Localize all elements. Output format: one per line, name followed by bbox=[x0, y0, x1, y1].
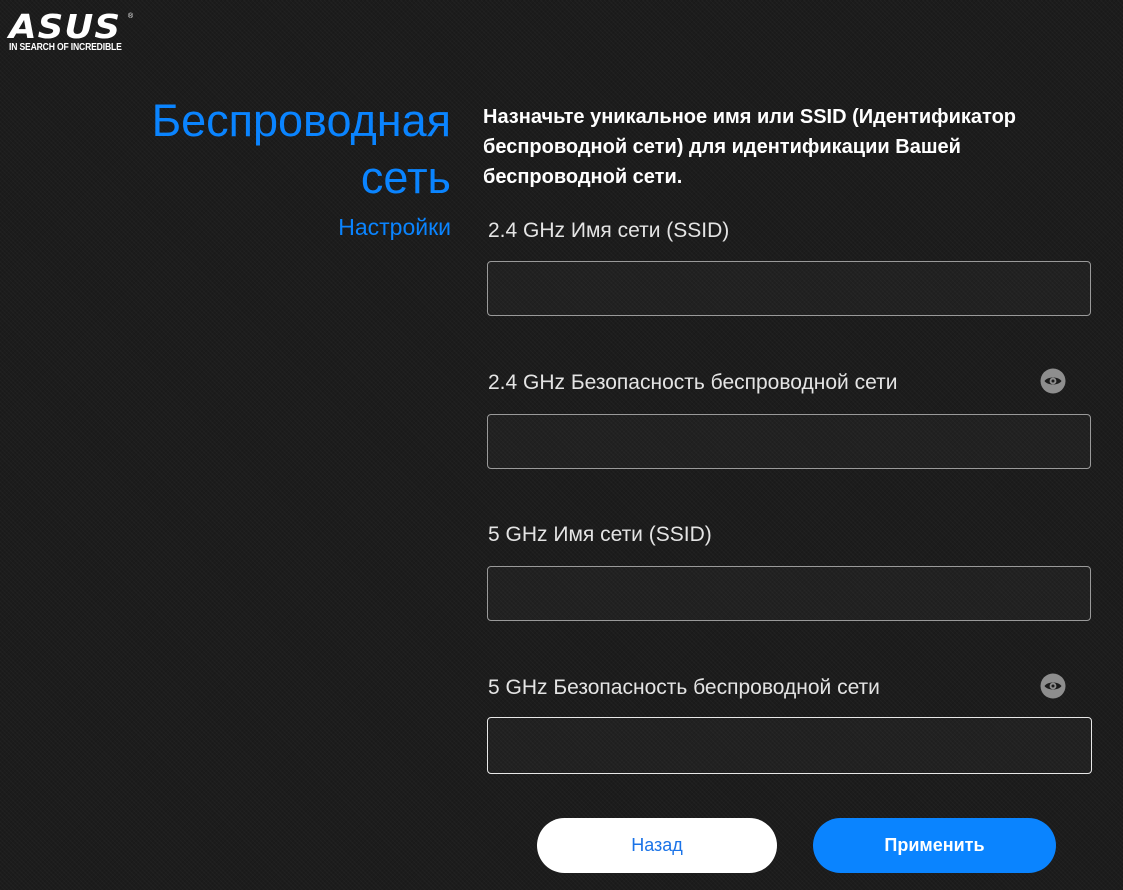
page-title: Беспроводная сеть bbox=[71, 92, 451, 206]
eye-icon[interactable] bbox=[1040, 368, 1066, 394]
apply-button[interactable]: Применить bbox=[813, 818, 1056, 873]
security-24ghz-label: 2.4 GHz Безопасность беспроводной сети bbox=[488, 371, 898, 394]
registered-mark: ® bbox=[128, 13, 134, 20]
ssid-5ghz-input[interactable] bbox=[487, 566, 1091, 621]
logo-tagline: IN SEARCH OF INCREDIBLE bbox=[9, 42, 122, 53]
back-button[interactable]: Назад bbox=[537, 818, 777, 873]
page-title-line2: сеть bbox=[360, 152, 451, 203]
security-5ghz-input[interactable] bbox=[487, 717, 1092, 774]
page-description: Назначьте уникальное имя или SSID (Идент… bbox=[483, 106, 1017, 188]
security-24ghz-input[interactable] bbox=[487, 414, 1091, 469]
asus-logo: ASUS ® IN SEARCH OF INCREDIBLE bbox=[9, 7, 134, 55]
page-title-line1: Беспроводная bbox=[151, 95, 451, 146]
eye-icon[interactable] bbox=[1040, 673, 1066, 699]
ssid-5ghz-label: 5 GHz Имя сети (SSID) bbox=[488, 523, 712, 546]
logo-wordmark: ASUS bbox=[9, 7, 122, 46]
page-subtitle: Настройки bbox=[338, 214, 451, 240]
ssid-24ghz-label: 2.4 GHz Имя сети (SSID) bbox=[488, 219, 730, 242]
ssid-24ghz-input[interactable] bbox=[487, 261, 1091, 316]
security-5ghz-label: 5 GHz Безопасность беспроводной сети bbox=[488, 676, 880, 699]
